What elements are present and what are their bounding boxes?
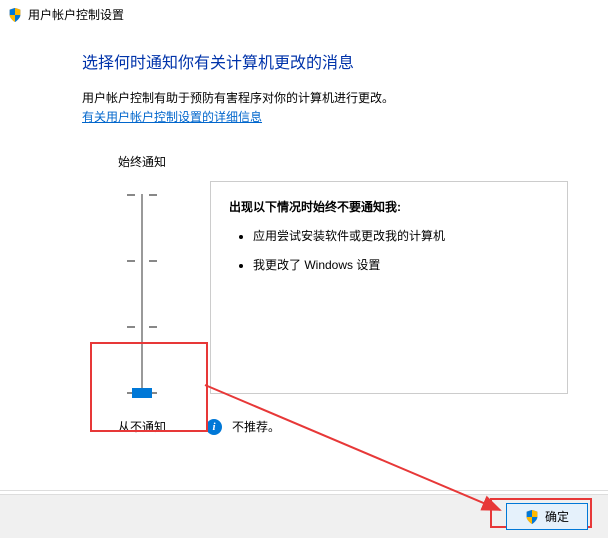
info-item: 应用尝试安装软件或更改我的计算机 [253, 227, 549, 244]
more-info-link[interactable]: 有关用户帐户控制设置的详细信息 [82, 110, 262, 124]
recommendation-text: 不推荐。 [232, 418, 280, 435]
info-icon: i [206, 419, 222, 435]
slider-label-always: 始终通知 [118, 153, 166, 170]
slider-tick [127, 194, 157, 196]
page-heading: 选择何时通知你有关计算机更改的消息 [82, 49, 568, 73]
page-description: 用户帐户控制有助于预防有害程序对你的计算机进行更改。 [82, 89, 568, 106]
slider-tick [127, 326, 157, 328]
uac-shield-icon [525, 510, 539, 524]
ok-button[interactable]: 确定 [506, 503, 588, 530]
ok-button-label: 确定 [545, 508, 569, 525]
slider-tick [127, 260, 157, 262]
dialog-footer: 确定 [0, 494, 608, 538]
info-item: 我更改了 Windows 设置 [253, 256, 549, 273]
window-title: 用户帐户控制设置 [28, 6, 124, 23]
uac-shield-icon [8, 8, 22, 22]
info-box-title: 出现以下情况时始终不要通知我: [229, 198, 549, 215]
uac-slider[interactable] [141, 184, 143, 404]
slider-thumb[interactable] [132, 388, 152, 398]
titlebar: 用户帐户控制设置 [0, 0, 608, 29]
notification-info-box: 出现以下情况时始终不要通知我: 应用尝试安装软件或更改我的计算机 我更改了 Wi… [210, 181, 568, 394]
slider-label-never: 从不通知 [118, 418, 166, 435]
separator [0, 490, 608, 491]
